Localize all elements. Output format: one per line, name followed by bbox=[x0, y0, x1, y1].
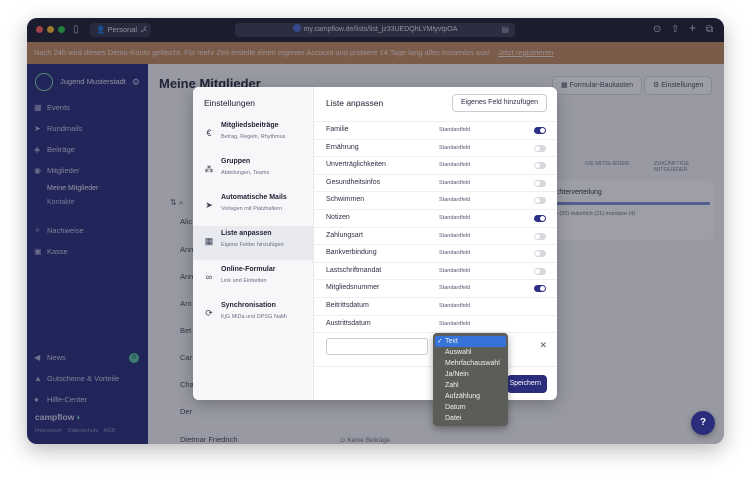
field-label: Austrittsdatum bbox=[326, 319, 371, 327]
option-label: Datum bbox=[445, 404, 466, 411]
settings-item-liste-anpassen[interactable]: ▦ Liste anpassen Eigene Felder hinzufüge… bbox=[193, 226, 313, 260]
field-type: Standardfeld bbox=[439, 250, 471, 257]
type-option-datei[interactable]: Datei bbox=[435, 413, 506, 424]
field-label: Lastschriftmandat bbox=[326, 266, 382, 274]
settings-item-title: Mitgliedsbeiträge bbox=[221, 122, 279, 129]
field-toggle[interactable] bbox=[534, 179, 546, 187]
settings-item-title: Gruppen bbox=[221, 158, 251, 165]
settings-item-gruppen[interactable]: ⁂ Gruppen Abteilungen, Teams bbox=[193, 154, 313, 188]
field-toggle[interactable] bbox=[534, 162, 546, 170]
option-label: Text bbox=[445, 338, 458, 345]
add-custom-field-button[interactable]: Eigenes Feld hinzufügen bbox=[451, 94, 547, 112]
groups-icon: ⁂ bbox=[204, 164, 214, 174]
field-type: Standardfeld bbox=[439, 320, 471, 327]
settings-item-synchronisation[interactable]: ⟳ Synchronisation KjG MiDa und DPSG NaMi bbox=[193, 298, 313, 332]
settings-item-subtitle: Eigene Felder hinzufügen bbox=[221, 242, 284, 248]
field-label: Ernährung bbox=[326, 143, 359, 151]
field-type: Standardfeld bbox=[439, 127, 471, 133]
field-type: Standardfeld bbox=[439, 162, 471, 169]
new-field-name-input[interactable] bbox=[326, 338, 428, 355]
field-label: Zahlungsart bbox=[326, 231, 363, 239]
field-label: Gesundheitsinfos bbox=[326, 178, 381, 186]
field-toggle[interactable] bbox=[534, 127, 546, 134]
type-option-auswahl[interactable]: Auswahl bbox=[435, 347, 506, 358]
type-option-text[interactable]: ✓ Text bbox=[435, 336, 506, 347]
option-label: Auswahl bbox=[445, 349, 472, 356]
settings-item-beitraege[interactable]: € Mitgliedsbeiträge Betrag, Regeln, Rhyt… bbox=[193, 118, 313, 152]
field-row-mitgliedsnummer: Mitgliedsnummer Standardfeld bbox=[314, 279, 557, 297]
field-type: Standardfeld bbox=[439, 232, 471, 239]
option-label: Ja/Nein bbox=[445, 371, 469, 378]
settings-item-title: Automatische Mails bbox=[221, 194, 287, 201]
field-toggle[interactable] bbox=[534, 232, 546, 240]
field-label: Bankverbindung bbox=[326, 249, 377, 257]
settings-item-subtitle: Vorlagen mit Platzhaltern bbox=[221, 206, 283, 212]
type-option-ja-nein[interactable]: Ja/Nein bbox=[435, 369, 506, 380]
settings-item-title: Online-Formular bbox=[221, 266, 276, 273]
field-label: Notizen bbox=[326, 214, 350, 221]
chat-icon: ? bbox=[699, 417, 707, 428]
settings-item-title: Synchronisation bbox=[221, 302, 276, 309]
field-toggle[interactable] bbox=[534, 215, 546, 222]
field-toggle[interactable] bbox=[534, 197, 546, 205]
field-type: Standardfeld bbox=[439, 285, 471, 292]
field-label: Mitgliedsnummer bbox=[326, 284, 380, 292]
type-option-zahl[interactable]: Zahl bbox=[435, 380, 506, 391]
field-type: Standardfeld bbox=[439, 215, 471, 221]
send-icon: ➤ bbox=[205, 200, 213, 210]
table-icon: ▦ bbox=[204, 236, 214, 246]
field-type: Standardfeld bbox=[439, 179, 471, 186]
field-row-bankverbindung: Bankverbindung Standardfeld bbox=[314, 244, 557, 262]
field-type: Standardfeld bbox=[439, 144, 471, 151]
settings-item-subtitle: Betrag, Regeln, Rhythmus bbox=[221, 134, 286, 140]
settings-item-subtitle: Abteilungen, Teams bbox=[221, 170, 270, 176]
sync-icon: ⟳ bbox=[205, 308, 213, 318]
type-option-mehrfachauswahl[interactable]: Mehrfachauswahl bbox=[435, 358, 506, 369]
option-label: Mehrfachauswahl bbox=[445, 360, 500, 367]
field-row-schwimmen: Schwimmen Standardfeld bbox=[314, 191, 557, 209]
field-type: Standardfeld bbox=[439, 267, 471, 274]
field-row-unvertraeglichkeiten: Unverträglichkeiten Standardfeld bbox=[314, 156, 557, 174]
field-toggle[interactable] bbox=[534, 144, 546, 152]
settings-title: Einstellungen bbox=[204, 98, 256, 108]
field-toggle[interactable] bbox=[534, 285, 546, 293]
field-type-dropdown: ✓ Text Auswahl Mehrfachauswahl Ja/Nein Za… bbox=[433, 333, 508, 426]
field-row-gesundheitsinfos: Gesundheitsinfos Standardfeld bbox=[314, 173, 557, 192]
link-icon: ∞ bbox=[205, 272, 213, 282]
checkmark-icon: ✓ bbox=[437, 338, 443, 345]
settings-item-subtitle: KjG MiDa und DPSG NaMi bbox=[221, 314, 287, 320]
settings-nav: Einstellungen € Mitgliedsbeiträge Betrag… bbox=[193, 87, 314, 400]
type-option-datum[interactable]: Datum bbox=[435, 402, 506, 413]
field-row-lastschriftmandat: Lastschriftmandat Standardfeld bbox=[314, 261, 557, 280]
field-row-zahlungsart: Zahlungsart Standardfeld bbox=[314, 226, 557, 245]
type-option-aufzaehlung[interactable]: Aufzählung bbox=[435, 391, 506, 402]
field-label: Familie bbox=[326, 126, 349, 133]
settings-item-subtitle: Link und Einbetten bbox=[221, 278, 267, 284]
save-button[interactable]: Speichern bbox=[507, 375, 547, 393]
option-label: Zahl bbox=[445, 382, 459, 389]
field-type: Standardfeld bbox=[439, 197, 471, 204]
field-toggle[interactable] bbox=[534, 267, 546, 275]
field-label: Beitrittsdatum bbox=[326, 302, 369, 309]
field-row-ernaehrung: Ernährung Standardfeld bbox=[314, 138, 557, 157]
field-toggle[interactable] bbox=[534, 250, 546, 258]
field-row-familie: Familie Standardfeld bbox=[314, 121, 557, 139]
settings-item-online-formular[interactable]: ∞ Online-Formular Link und Einbetten bbox=[193, 262, 313, 296]
field-type: Standardfeld bbox=[439, 303, 471, 309]
field-label: Schwimmen bbox=[326, 196, 365, 204]
field-row-beitrittsdatum: Beitrittsdatum Standardfeld bbox=[314, 297, 557, 315]
field-row-austrittsdatum: Austrittsdatum Standardfeld bbox=[314, 314, 557, 333]
option-label: Datei bbox=[445, 415, 462, 422]
euro-icon: € bbox=[206, 128, 212, 138]
option-label: Aufzählung bbox=[445, 393, 481, 400]
settings-item-title: Liste anpassen bbox=[221, 230, 272, 237]
field-label: Unverträglichkeiten bbox=[326, 161, 386, 169]
panel-title: Liste anpassen bbox=[326, 98, 384, 108]
help-chat-button[interactable]: ? bbox=[691, 411, 715, 435]
close-icon[interactable]: ✕ bbox=[539, 340, 547, 351]
settings-item-mails[interactable]: ➤ Automatische Mails Vorlagen mit Platzh… bbox=[193, 190, 313, 224]
field-row-notizen: Notizen Standardfeld bbox=[314, 209, 557, 227]
